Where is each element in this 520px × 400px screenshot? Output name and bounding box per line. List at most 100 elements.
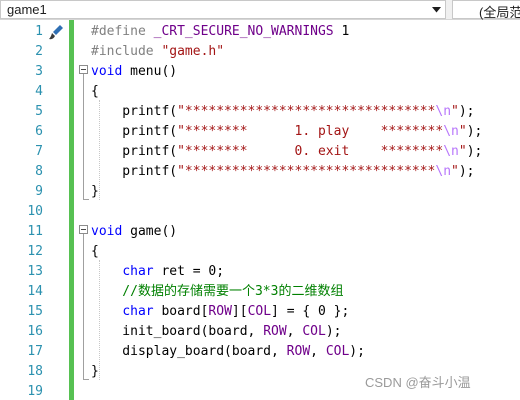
code-token: "******************************** bbox=[177, 104, 436, 119]
code-token: "******** 1. play ******** bbox=[177, 124, 444, 139]
fold-toggle-game[interactable] bbox=[79, 225, 88, 234]
code-token: ); bbox=[458, 164, 475, 179]
code-token: //数据的存储需要一个3*3的二维数组 bbox=[91, 284, 344, 299]
code-token: COL bbox=[247, 304, 272, 319]
code-token: game() bbox=[122, 224, 178, 239]
code-token: \n bbox=[435, 164, 452, 179]
code-token: #define bbox=[91, 24, 154, 39]
code-line[interactable]: printf("******** 0. exit ********\n"); bbox=[91, 142, 482, 162]
navigation-bar: game1 (全局范围) bbox=[0, 0, 520, 20]
code-line[interactable]: //数据的存储需要一个3*3的二维数组 bbox=[91, 282, 343, 302]
code-token: init_board(board, bbox=[91, 324, 264, 339]
code-line[interactable]: printf("********************************… bbox=[91, 102, 475, 122]
code-token: ROW bbox=[208, 304, 232, 319]
code-token: COL bbox=[302, 324, 326, 339]
code-token: " bbox=[458, 124, 467, 139]
code-token: COL bbox=[325, 344, 350, 359]
watermark: CSDN @奋斗小温 bbox=[365, 375, 471, 390]
code-line[interactable]: void menu() bbox=[91, 62, 177, 82]
code-line[interactable]: } bbox=[91, 182, 99, 202]
code-token: printf( bbox=[91, 144, 178, 159]
line-number: 10 bbox=[27, 204, 43, 219]
fold-toggle-menu[interactable] bbox=[79, 65, 88, 74]
code-token: display_board(board, bbox=[91, 344, 287, 359]
code-line[interactable]: printf("********************************… bbox=[91, 162, 475, 182]
code-token: "******************************** bbox=[177, 164, 436, 179]
line-number: 3 bbox=[35, 64, 43, 79]
line-number: 17 bbox=[27, 344, 43, 359]
code-token: printf( bbox=[91, 124, 178, 139]
code-token: char bbox=[122, 304, 154, 319]
code-line[interactable]: #define _CRT_SECURE_NO_WARNINGS 1 bbox=[91, 22, 349, 42]
code-line[interactable]: #include "game.h" bbox=[91, 42, 224, 62]
line-number: 9 bbox=[35, 184, 43, 199]
code-token: "game.h" bbox=[161, 44, 225, 59]
code-token: ] = { 0 }; bbox=[271, 304, 350, 319]
code-line[interactable]: { bbox=[91, 242, 99, 262]
code-token: } bbox=[91, 364, 99, 379]
line-number: 13 bbox=[27, 264, 43, 279]
paintbrush-icon[interactable] bbox=[47, 23, 65, 41]
line-number: 11 bbox=[27, 224, 43, 239]
code-token: \n bbox=[443, 124, 459, 139]
code-line[interactable]: { bbox=[91, 82, 99, 102]
code-line[interactable]: char ret = 0; bbox=[91, 262, 224, 282]
code-line[interactable]: void game() bbox=[91, 222, 177, 242]
code-token: " bbox=[451, 164, 459, 179]
scope-dropdown-value: game1 bbox=[7, 2, 47, 17]
line-number: 5 bbox=[35, 104, 43, 119]
code-token: void bbox=[91, 224, 123, 239]
change-tracking-bar bbox=[69, 20, 74, 400]
line-number: 18 bbox=[27, 364, 43, 379]
line-number: 1 bbox=[35, 24, 43, 39]
code-line[interactable]: init_board(board, ROW, COL); bbox=[91, 322, 341, 342]
scope-dropdown[interactable]: game1 bbox=[0, 0, 446, 19]
line-number: 6 bbox=[35, 124, 43, 139]
code-token: printf( bbox=[91, 104, 178, 119]
code-token: , bbox=[286, 324, 303, 339]
code-token: ][ bbox=[231, 304, 248, 319]
line-number: 8 bbox=[35, 164, 43, 179]
code-token: void bbox=[91, 64, 123, 79]
chevron-down-icon[interactable] bbox=[428, 1, 445, 18]
line-number: 2 bbox=[35, 44, 43, 59]
code-token: " bbox=[458, 144, 467, 159]
code-token: board[ bbox=[153, 304, 209, 319]
code-token: _CRT_SECURE_NO_WARNINGS bbox=[153, 24, 334, 39]
code-token: ); bbox=[349, 344, 365, 359]
member-dropdown-value: (全局范围) bbox=[479, 5, 520, 20]
code-token: 1 bbox=[333, 24, 350, 39]
code-token: "******** 0. exit ******** bbox=[177, 144, 444, 159]
code-line[interactable]: char board[ROW][COL] = { 0 }; bbox=[91, 302, 349, 322]
code-token: ); bbox=[325, 324, 342, 339]
code-token: ROW bbox=[286, 344, 311, 359]
line-number: 12 bbox=[27, 244, 43, 259]
member-dropdown[interactable]: (全局范围) bbox=[452, 0, 520, 20]
code-line[interactable]: display_board(board, ROW, COL); bbox=[91, 342, 365, 362]
code-token: printf( bbox=[91, 164, 178, 179]
line-number-gutter: 1 2 3 4 5 6 7 8 9 10 11 12 13 14 15 16 17 18 19 bbox=[0, 20, 72, 400]
code-token: ret = 0; bbox=[153, 264, 225, 279]
code-token: { bbox=[91, 244, 99, 259]
line-number: 4 bbox=[35, 84, 43, 99]
fold-region-line bbox=[83, 234, 84, 380]
fold-region-end bbox=[83, 379, 89, 380]
code-token: } bbox=[91, 184, 99, 199]
code-token: ); bbox=[458, 104, 475, 119]
fold-region-line bbox=[83, 74, 84, 200]
line-number: 7 bbox=[35, 144, 43, 159]
line-number: 14 bbox=[27, 284, 43, 299]
code-token: ); bbox=[466, 124, 483, 139]
line-number: 16 bbox=[27, 324, 43, 339]
code-token: ); bbox=[466, 144, 483, 159]
code-editor[interactable]: 1 2 3 4 5 6 7 8 9 10 11 12 13 14 15 16 17 18 19 #define _C… bbox=[0, 20, 520, 400]
code-token: " bbox=[451, 104, 459, 119]
code-token: , bbox=[310, 344, 326, 359]
line-number: 19 bbox=[27, 384, 43, 399]
code-token: \n bbox=[435, 104, 452, 119]
code-token: \n bbox=[443, 144, 459, 159]
fold-region-end bbox=[83, 199, 89, 200]
code-line[interactable]: } bbox=[91, 362, 99, 382]
code-line[interactable]: printf("******** 1. play ********\n"); bbox=[91, 122, 482, 142]
